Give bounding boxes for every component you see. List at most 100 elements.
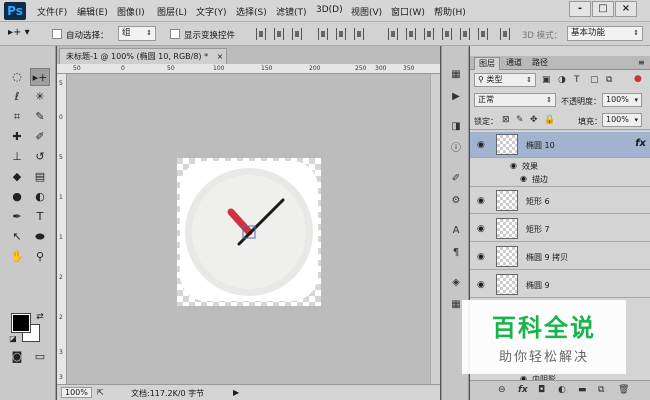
hand-tool-icon[interactable]: ✋ <box>7 248 27 266</box>
menu-3d[interactable]: 3D(D) <box>316 5 343 15</box>
layer-row[interactable]: ◉ 矩形 7 <box>470 216 650 242</box>
panel-menu-icon[interactable]: ≡ <box>634 57 649 70</box>
adjustments-panel-icon[interactable]: ⚙ <box>448 194 464 208</box>
pen-tool-icon[interactable]: ✒ <box>7 208 27 226</box>
default-colors-icon[interactable]: ◪ <box>3 330 23 348</box>
history-panel-icon[interactable]: ▦ <box>448 68 464 82</box>
filter-kind-dropdown[interactable]: ⚲ 类型 ⇕ <box>474 73 536 87</box>
tab-channels[interactable]: 通道 <box>502 57 526 70</box>
filter-shape-icon[interactable]: ▢ <box>590 75 599 85</box>
align-left-icon[interactable] <box>256 28 266 40</box>
lock-pixels-icon[interactable]: ✎ <box>516 115 524 125</box>
add-mask-icon[interactable]: ◘ <box>538 385 545 395</box>
new-layer-icon[interactable]: ⧉ <box>598 385 604 395</box>
effects-eye-icon[interactable]: ◉ <box>510 161 517 170</box>
shape-tool-icon[interactable]: ⬬ <box>30 228 50 246</box>
tab-layers[interactable]: 图层 <box>474 57 500 70</box>
type-tool-icon[interactable]: T <box>30 208 50 226</box>
3d-panel-icon[interactable]: ◈ <box>448 276 464 290</box>
opacity-field[interactable]: 100% ▾ <box>602 93 642 107</box>
dodge-tool-icon[interactable]: ◐ <box>30 188 50 206</box>
lock-all-icon[interactable]: 🔒 <box>544 115 555 125</box>
new-group-icon[interactable]: ▬ <box>578 385 587 395</box>
vertical-scrollbar[interactable] <box>430 74 440 384</box>
link-layers-icon[interactable]: ⊖ <box>498 385 506 395</box>
add-style-icon[interactable]: fx <box>518 385 528 395</box>
menu-filter[interactable]: 滤镜(T) <box>276 5 307 18</box>
marquee-tool-icon[interactable]: ◌ <box>7 68 27 86</box>
magic-wand-icon[interactable]: ✳ <box>30 88 50 106</box>
menu-window[interactable]: 窗口(W) <box>391 5 425 18</box>
distribute-left-icon[interactable] <box>442 28 452 40</box>
auto-select-dropdown[interactable]: 组 ⇕ <box>118 26 156 41</box>
clone-stamp-icon[interactable]: ⊥ <box>7 148 27 166</box>
lasso-tool-icon[interactable]: ℓ <box>7 88 27 106</box>
filter-toggle-icon[interactable]: ● <box>634 74 642 84</box>
visibility-eye-icon[interactable]: ◉ <box>477 196 485 206</box>
tab-close-icon[interactable]: × <box>217 52 224 61</box>
document-canvas[interactable] <box>177 158 321 306</box>
visibility-eye-icon[interactable]: ◉ <box>477 224 485 234</box>
auto-align-icon[interactable] <box>500 28 510 40</box>
menu-view[interactable]: 视图(V) <box>351 5 382 18</box>
distribute-vcenter-icon[interactable] <box>406 28 416 40</box>
stroke-eye-icon[interactable]: ◉ <box>520 174 527 183</box>
delete-layer-icon[interactable]: 🗑 <box>618 385 629 395</box>
eraser-tool-icon[interactable]: ◆ <box>7 168 27 186</box>
layer-row[interactable]: ◉ 椭圆 9 拷贝 <box>470 244 650 270</box>
minimize-button[interactable]: - <box>569 1 591 17</box>
blur-tool-icon[interactable]: ● <box>7 188 27 206</box>
move-tool-preset-icon[interactable]: ▸+ ▾ <box>8 27 30 38</box>
zoom-tool-icon[interactable]: ⚲ <box>30 248 50 266</box>
distribute-hcenter-icon[interactable] <box>460 28 470 40</box>
show-transform-checkbox[interactable] <box>170 29 180 39</box>
menu-help[interactable]: 帮助(H) <box>434 5 466 18</box>
layer-row[interactable]: ◉ 矩形 6 <box>470 188 650 214</box>
lock-position-icon[interactable]: ✥ <box>530 115 538 125</box>
character-panel-icon[interactable]: A <box>448 224 464 238</box>
workspace-dropdown[interactable]: 基本功能 ⇕ <box>567 26 643 41</box>
tab-paths[interactable]: 路径 <box>528 57 552 70</box>
filter-adjustment-icon[interactable]: ◑ <box>558 75 566 85</box>
history-brush-icon[interactable]: ↺ <box>30 148 50 166</box>
eyedropper-icon[interactable]: ✎ <box>30 108 50 126</box>
brush-panel-icon[interactable]: ✐ <box>448 172 464 186</box>
status-menu-icon[interactable]: ⇱ <box>97 388 104 397</box>
status-arrow-icon[interactable]: ▶ <box>233 388 239 397</box>
swap-colors-icon[interactable]: ⇄ <box>30 308 50 326</box>
filter-smart-object-icon[interactable]: ⧉ <box>606 75 612 85</box>
document-tab[interactable]: 未标题-1 @ 100% (椭圆 10, RGB/8) * × <box>59 48 227 64</box>
menu-file[interactable]: 文件(F) <box>37 5 67 18</box>
layer-effects-icon[interactable]: fx <box>635 138 646 149</box>
layer-row[interactable]: ◉ 椭圆 10 fx <box>470 132 650 158</box>
lock-transparent-icon[interactable]: ⊠ <box>502 115 510 125</box>
filter-type-icon[interactable]: T <box>574 75 580 85</box>
align-vcenter-icon[interactable] <box>336 28 346 40</box>
quick-mask-icon[interactable]: ◙ <box>7 348 27 366</box>
info-panel-icon[interactable]: ⓘ <box>448 142 464 156</box>
align-bottom-icon[interactable] <box>354 28 364 40</box>
align-top-icon[interactable] <box>318 28 328 40</box>
maximize-button[interactable]: □ <box>592 1 614 17</box>
paragraph-panel-icon[interactable]: ¶ <box>448 246 464 260</box>
crop-tool-icon[interactable]: ⌗ <box>7 108 27 126</box>
close-button[interactable]: × <box>615 1 637 17</box>
distribute-top-icon[interactable] <box>388 28 398 40</box>
adjustment-layer-icon[interactable]: ◐ <box>558 385 566 395</box>
properties-panel-icon[interactable]: ◨ <box>448 120 464 134</box>
blend-mode-dropdown[interactable]: 正常 ⇕ <box>474 93 556 107</box>
menu-edit[interactable]: 编辑(E) <box>77 5 108 18</box>
visibility-eye-icon[interactable]: ◉ <box>477 140 485 150</box>
align-right-icon[interactable] <box>292 28 302 40</box>
move-tool-icon[interactable]: ▸+ <box>30 68 50 86</box>
menu-select[interactable]: 选择(S) <box>236 5 267 18</box>
menu-layer[interactable]: 图层(L) <box>157 5 187 18</box>
filter-pixel-icon[interactable]: ▣ <box>542 75 551 85</box>
zoom-level[interactable]: 100% <box>61 387 92 398</box>
align-hcenter-icon[interactable] <box>274 28 284 40</box>
healing-brush-icon[interactable]: ✚ <box>7 128 27 146</box>
layer-row[interactable]: ◉ 椭圆 9 <box>470 272 650 298</box>
fill-field[interactable]: 100% ▾ <box>602 113 642 127</box>
gradient-tool-icon[interactable]: ▤ <box>30 168 50 186</box>
path-select-icon[interactable]: ↖ <box>7 228 27 246</box>
